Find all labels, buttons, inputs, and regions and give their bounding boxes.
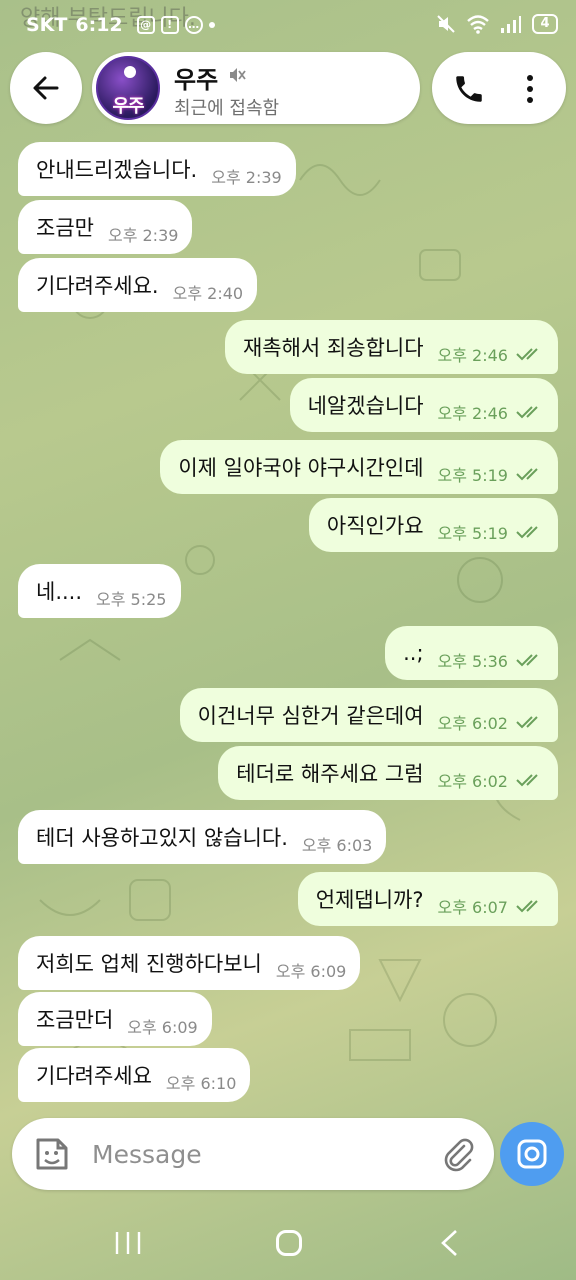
message-text: 기다려주세요 (36, 1064, 152, 1088)
camera-button[interactable] (500, 1122, 564, 1186)
message-incoming[interactable]: 안내드리겠습니다. 오후 2:39 (18, 142, 296, 196)
message-time: 오후 2:39 (211, 168, 282, 187)
message-time: 오후 2:46 (437, 346, 508, 365)
read-checks-icon (516, 900, 538, 913)
avatar-text: 우주 (112, 96, 144, 117)
message-outgoing[interactable]: 이제 일야국야 야구시간인데 오후 5:19 (160, 440, 558, 494)
message-incoming[interactable]: 기다려주세요 오후 6:10 (18, 1048, 251, 1102)
mute-status-icon (437, 15, 455, 33)
wifi-icon (467, 15, 489, 34)
message-time: 오후 5:36 (437, 652, 508, 671)
message-text: 테더로 해주세요 그럼 (236, 762, 424, 786)
alert-icon: ! (160, 16, 179, 34)
chat-header: 우주 우주 최근에 접속함 (0, 50, 576, 130)
read-checks-icon (516, 774, 538, 787)
read-checks-icon (516, 716, 538, 729)
battery-icon: 4 (532, 14, 558, 34)
message-text: 아직인가요 (326, 514, 424, 538)
mute-icon (230, 68, 246, 82)
back-button[interactable] (10, 52, 82, 124)
message-time: 오후 6:09 (127, 1018, 198, 1037)
message-outgoing[interactable]: ..; 오후 5:36 (385, 626, 558, 680)
clock: 6:12 (75, 14, 123, 36)
message-text: 테더 사용하고있지 않습니다. (36, 826, 288, 850)
read-checks-icon (516, 406, 538, 419)
message-incoming[interactable]: 조금만 오후 2:39 (18, 200, 193, 254)
message-time: 오후 6:09 (275, 962, 347, 981)
message-time: 오후 6:02 (437, 772, 508, 791)
message-text: 안내드리겠습니다. (36, 158, 198, 182)
read-checks-icon (516, 654, 538, 667)
chat-icon: … (184, 16, 203, 34)
carrier-label: SKT (26, 14, 68, 36)
message-text: 조금만 (36, 216, 94, 240)
attach-icon[interactable] (440, 1136, 476, 1172)
read-checks-icon (516, 468, 538, 481)
recent-apps-icon[interactable] (114, 1230, 142, 1256)
signal-icon (501, 16, 521, 33)
message-text: 네알겠습니다 (307, 394, 424, 418)
message-outgoing[interactable]: 이건너무 심한거 같은데여 오후 6:02 (179, 688, 558, 742)
notification-icon: @ (136, 16, 155, 34)
message-time: 오후 5:25 (96, 590, 167, 609)
message-text: 기다려주세요. (36, 274, 159, 298)
message-outgoing[interactable]: 재촉해서 죄송합니다 오후 2:46 (224, 320, 558, 374)
message-text: 조금만더 (36, 1008, 114, 1032)
message-incoming[interactable]: 기다려주세요. 오후 2:40 (18, 258, 258, 312)
chat-title-area[interactable]: 우주 우주 최근에 접속함 (92, 52, 420, 124)
avatar[interactable]: 우주 (96, 56, 160, 120)
message-incoming[interactable]: 테더 사용하고있지 않습니다. 오후 6:03 (18, 810, 387, 864)
message-time: 오후 2:40 (172, 284, 244, 303)
message-time: 오후 2:46 (437, 404, 508, 423)
message-time: 오후 5:19 (437, 524, 508, 543)
nav-back-icon[interactable] (438, 1228, 460, 1258)
message-outgoing[interactable]: 네알겠습니다 오후 2:46 (289, 378, 558, 432)
message-time: 오후 6:02 (437, 714, 508, 733)
contact-status: 최근에 접속함 (174, 98, 280, 119)
message-composer (12, 1118, 494, 1190)
header-actions (432, 52, 566, 124)
message-time: 오후 5:19 (437, 466, 508, 485)
message-text: 이건너무 심한거 같은데여 (197, 704, 424, 728)
message-text: 언제댑니까? (315, 888, 424, 912)
message-outgoing[interactable]: 테더로 해주세요 그럼 오후 6:02 (218, 746, 558, 800)
message-text: 저희도 업체 진행하다보니 (36, 952, 262, 976)
message-time: 오후 2:39 (107, 226, 179, 245)
phone-icon[interactable] (452, 72, 486, 106)
system-nav-bar (0, 1200, 576, 1280)
dot-icon (208, 22, 215, 28)
read-checks-icon (516, 526, 538, 539)
message-time: 오후 6:10 (165, 1074, 237, 1093)
message-text: 네.... (36, 580, 83, 604)
message-time: 오후 6:03 (301, 836, 373, 855)
message-text: 재촉해서 죄송합니다 (242, 336, 424, 360)
message-text: ..; (403, 641, 424, 665)
menu-dots-icon[interactable] (518, 72, 542, 106)
message-outgoing[interactable]: 언제댑니까? 오후 6:07 (297, 872, 558, 926)
home-button[interactable] (276, 1230, 302, 1256)
read-checks-icon (516, 348, 538, 361)
contact-name: 우주 (174, 66, 219, 94)
astronaut-graphic (124, 66, 136, 78)
camera-icon (517, 1139, 547, 1169)
message-text: 이제 일야국야 야구시간인데 (178, 456, 424, 480)
status-bar: SKT 6:12 @ ! … 4 (0, 0, 576, 52)
message-incoming[interactable]: 조금만더 오후 6:09 (18, 992, 212, 1046)
message-input[interactable] (92, 1132, 432, 1176)
message-incoming[interactable]: 네.... 오후 5:25 (18, 564, 181, 618)
message-time: 오후 6:07 (437, 898, 508, 917)
message-incoming[interactable]: 저희도 업체 진행하다보니 오후 6:09 (18, 936, 361, 990)
sticker-icon[interactable] (32, 1134, 72, 1174)
back-arrow-icon (33, 76, 59, 100)
message-outgoing[interactable]: 아직인가요 오후 5:19 (308, 498, 558, 552)
